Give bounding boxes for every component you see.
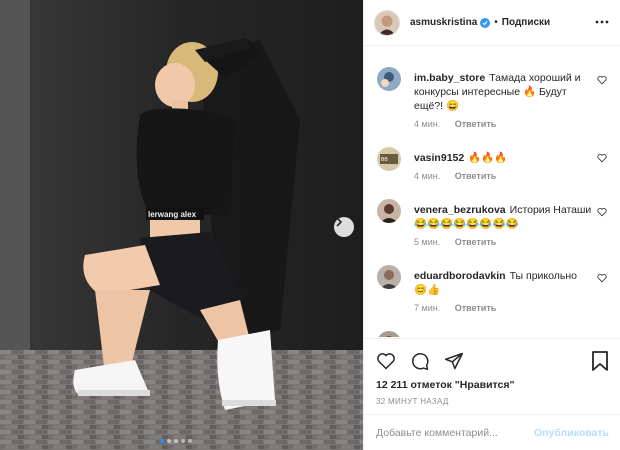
carousel-indicator xyxy=(160,439,192,443)
following-button[interactable]: Подписки xyxy=(502,17,550,28)
action-icons xyxy=(376,351,464,371)
comment-text: 🔥🔥🔥 xyxy=(468,152,508,164)
likes-count[interactable]: 12 211 отметок "Нравится" xyxy=(376,379,514,391)
comment-time: 7 мин. xyxy=(414,303,441,313)
like-comment-icon[interactable] xyxy=(597,273,607,283)
author-username[interactable]: asmuskristina xyxy=(410,17,477,28)
comment-username[interactable]: vasin9152 xyxy=(414,152,464,164)
waistband-print: lerwang alex xyxy=(148,210,197,219)
separator-dot: • xyxy=(494,17,498,28)
comment-body: eduardborodavkin Ты прикольно 😊👍 xyxy=(414,269,592,297)
comment-input[interactable] xyxy=(376,427,535,439)
bookmark-icon[interactable] xyxy=(591,351,609,371)
post-header: asmuskristina • Подписки xyxy=(364,0,620,46)
comments-list[interactable]: im.baby_store Тамада хороший и конкурсы и… xyxy=(364,47,620,337)
commenter-avatar[interactable]: BB xyxy=(377,147,401,171)
comment-meta: 5 мин. Ответить xyxy=(414,237,508,247)
reply-button[interactable]: Ответить xyxy=(455,303,497,313)
commenter-avatar[interactable] xyxy=(377,265,401,289)
reply-button[interactable]: Ответить xyxy=(455,237,497,247)
commenter-avatar[interactable] xyxy=(377,331,401,337)
like-comment-icon[interactable] xyxy=(597,207,607,217)
reply-button[interactable]: Ответить xyxy=(455,119,497,129)
comment-body: venera_bezrukova История Наташи 😂😂😂😂😂😂😂😂 xyxy=(414,203,592,231)
comment-time: 5 мин. xyxy=(414,237,441,247)
share-icon[interactable] xyxy=(444,351,464,371)
more-options-icon[interactable] xyxy=(594,14,610,30)
avatar-image xyxy=(375,10,399,35)
photo-illustration: lerwang alex xyxy=(0,0,363,450)
chevron-right-icon xyxy=(336,217,343,227)
post-time: 32 МИНУТ НАЗАД xyxy=(376,397,449,406)
commenter-avatar[interactable] xyxy=(377,67,401,91)
author-avatar[interactable] xyxy=(374,9,400,36)
comment-time: 4 мин. xyxy=(414,171,441,181)
comment-time: 4 мин. xyxy=(414,119,441,129)
like-comment-icon[interactable] xyxy=(597,75,607,85)
comment-meta: 7 мин. Ответить xyxy=(414,303,508,313)
svg-text:BB: BB xyxy=(381,157,388,163)
carousel-dot xyxy=(188,439,192,443)
like-comment-icon[interactable] xyxy=(597,153,607,163)
carousel-dot xyxy=(160,439,164,443)
post-side-panel: asmuskristina • Подписки im.baby_store Та… xyxy=(363,0,620,450)
carousel-dot xyxy=(174,439,178,443)
comment-body: vasin9152 🔥🔥🔥 xyxy=(414,151,592,165)
post-photo[interactable]: lerwang alex xyxy=(0,0,363,450)
comment-username[interactable]: eduardborodavkin xyxy=(414,270,506,282)
comment-username[interactable]: im.baby_store xyxy=(414,72,485,84)
carousel-dot xyxy=(181,439,185,443)
commenter-avatar[interactable] xyxy=(377,199,401,223)
comment-meta: 4 мин. Ответить xyxy=(414,171,508,181)
reply-button[interactable]: Ответить xyxy=(455,171,497,181)
post-actions: 12 211 отметок "Нравится" 32 МИНУТ НАЗАД… xyxy=(364,338,620,450)
comment-icon[interactable] xyxy=(410,351,430,371)
comment-body: im.baby_store Тамада хороший и конкурсы и… xyxy=(414,71,592,113)
publish-button[interactable]: Опубликовать xyxy=(534,427,609,439)
comment-meta: 4 мин. Ответить xyxy=(414,119,508,129)
next-photo-button[interactable] xyxy=(334,217,354,237)
heart-icon[interactable] xyxy=(376,351,396,371)
carousel-dot xyxy=(167,439,171,443)
add-comment-bar: Опубликовать xyxy=(364,414,620,450)
comment-username[interactable]: venera_bezrukova xyxy=(414,204,506,216)
verified-badge-icon xyxy=(480,17,491,28)
